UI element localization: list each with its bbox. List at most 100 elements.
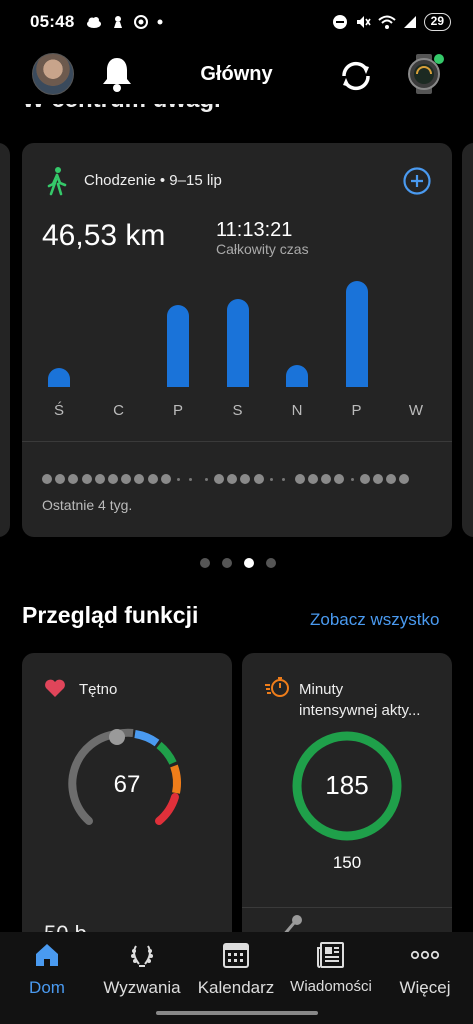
day-label: C bbox=[113, 402, 124, 419]
nav-calendar-label: Kalendarz bbox=[197, 978, 275, 997]
intensity-minutes-goal: 150 bbox=[332, 853, 362, 872]
history-dot bbox=[205, 478, 208, 481]
pager-dot[interactable] bbox=[265, 558, 276, 568]
day-label: Ś bbox=[53, 402, 64, 419]
history-dot bbox=[386, 474, 396, 484]
history-dot bbox=[147, 474, 158, 484]
sync-icon[interactable] bbox=[336, 56, 376, 96]
see-all-link[interactable]: Zobacz wszystko bbox=[310, 610, 439, 630]
notification-icons bbox=[86, 15, 163, 29]
weekly-history-dots bbox=[42, 474, 442, 486]
history-dot bbox=[189, 478, 192, 481]
history-dot bbox=[177, 478, 180, 481]
watch-device-icon[interactable] bbox=[403, 53, 445, 95]
daily-bars-chart bbox=[22, 273, 452, 387]
features-title: Przegląd funkcji bbox=[22, 602, 199, 628]
history-dot bbox=[359, 474, 370, 484]
history-dot bbox=[294, 474, 305, 484]
nav-challenges-label: Wyzwania bbox=[103, 978, 181, 997]
intensity-title-line2: intensywnej akty... bbox=[299, 702, 421, 719]
history-dot bbox=[160, 474, 171, 484]
history-dot bbox=[134, 474, 145, 484]
garmin-connect-home: 05:48 29 W centrum uwagi Główny bbox=[0, 0, 473, 1024]
dnd-icon bbox=[332, 15, 347, 29]
home-icon bbox=[36, 944, 58, 966]
history-dot bbox=[281, 478, 285, 481]
pager-dot[interactable] bbox=[199, 558, 210, 568]
day-label: W bbox=[408, 402, 424, 419]
history-dot bbox=[334, 474, 345, 484]
more-notifications-icon bbox=[157, 19, 163, 25]
nav-challenges[interactable]: Wyzwania bbox=[95, 940, 189, 1000]
history-dot bbox=[121, 474, 132, 484]
history-dot bbox=[68, 474, 79, 484]
nav-news-label: Wiadomości bbox=[290, 978, 372, 995]
calendar-icon bbox=[223, 943, 249, 968]
nav-home-label: Dom bbox=[29, 978, 65, 997]
day-label: S bbox=[232, 402, 243, 419]
day-bar bbox=[345, 281, 368, 387]
top-bar: Główny bbox=[0, 48, 473, 104]
day-label: P bbox=[172, 402, 183, 419]
intensity-minutes-value: 185 bbox=[325, 770, 369, 800]
history-dot bbox=[42, 474, 52, 484]
pager-dot[interactable] bbox=[221, 558, 232, 568]
signal-icon bbox=[403, 16, 416, 28]
intensity-minutes-card[interactable]: Minuty intensywnej akty... 185 150 bbox=[242, 653, 452, 953]
heart-icon bbox=[45, 679, 65, 697]
news-icon bbox=[317, 942, 344, 968]
nav-home[interactable]: Dom bbox=[0, 940, 94, 1000]
chrome-icon bbox=[134, 15, 149, 29]
total-time: 11:13:21 bbox=[216, 219, 293, 241]
status-right: 29 bbox=[332, 13, 451, 31]
nav-news[interactable]: Wiadomości bbox=[284, 940, 378, 1000]
day-bar bbox=[286, 365, 308, 387]
history-dot bbox=[350, 478, 354, 481]
day-bar bbox=[48, 368, 70, 387]
walking-summary-card[interactable]: Chodzenie • 9–15 lip 46,53 km 11:13:21 C… bbox=[22, 143, 452, 537]
heart-rate-card[interactable]: Tętno 67 50 b bbox=[22, 653, 232, 953]
walking-icon bbox=[47, 167, 67, 196]
history-dot bbox=[55, 474, 66, 484]
day-bar bbox=[167, 305, 189, 387]
pager-dot[interactable] bbox=[243, 558, 254, 568]
day-label: N bbox=[291, 402, 303, 419]
carousel-card-previous[interactable] bbox=[0, 143, 10, 537]
status-time: 05:48 bbox=[30, 12, 75, 31]
history-dot bbox=[108, 474, 118, 484]
total-distance: 46,53 km bbox=[42, 219, 166, 252]
mute-icon bbox=[356, 16, 371, 28]
cloud-icon bbox=[87, 17, 102, 28]
day-bar bbox=[226, 299, 249, 387]
more-icon bbox=[410, 950, 440, 960]
intensity-title-line1: Minuty bbox=[299, 681, 344, 698]
history-dot bbox=[321, 474, 332, 484]
heart-rate-value: 67 bbox=[113, 771, 141, 798]
history-dot bbox=[81, 474, 92, 484]
intensity-minutes-title: Minuty intensywnej akty... bbox=[299, 679, 420, 721]
nav-more[interactable]: Więcej bbox=[378, 940, 472, 1000]
carousel-pager bbox=[0, 558, 473, 568]
day-label: P bbox=[351, 402, 362, 419]
home-indicator bbox=[156, 1011, 318, 1015]
history-dot bbox=[94, 474, 105, 484]
recent-weeks-label: Ostatnie 4 tyg. bbox=[42, 497, 133, 513]
carousel-card-next[interactable] bbox=[462, 143, 473, 537]
pawn-icon bbox=[114, 16, 123, 28]
history-dot bbox=[399, 474, 410, 484]
history-dot bbox=[372, 474, 383, 484]
wifi-icon bbox=[377, 15, 396, 29]
total-time-label: Całkowity czas bbox=[216, 241, 309, 257]
laurel-icon bbox=[131, 945, 153, 967]
battery-indicator: 29 bbox=[423, 13, 451, 31]
stopwatch-icon bbox=[265, 677, 289, 697]
nav-calendar[interactable]: Kalendarz bbox=[189, 940, 283, 1000]
nav-more-label: Więcej bbox=[399, 978, 451, 997]
card-divider bbox=[22, 441, 452, 442]
card-divider bbox=[242, 907, 452, 908]
history-dot bbox=[240, 474, 251, 484]
status-bar: 05:48 29 bbox=[0, 0, 473, 44]
heart-rate-title: Tętno bbox=[79, 681, 118, 698]
add-icon[interactable] bbox=[403, 167, 431, 195]
history-dot bbox=[269, 478, 273, 481]
